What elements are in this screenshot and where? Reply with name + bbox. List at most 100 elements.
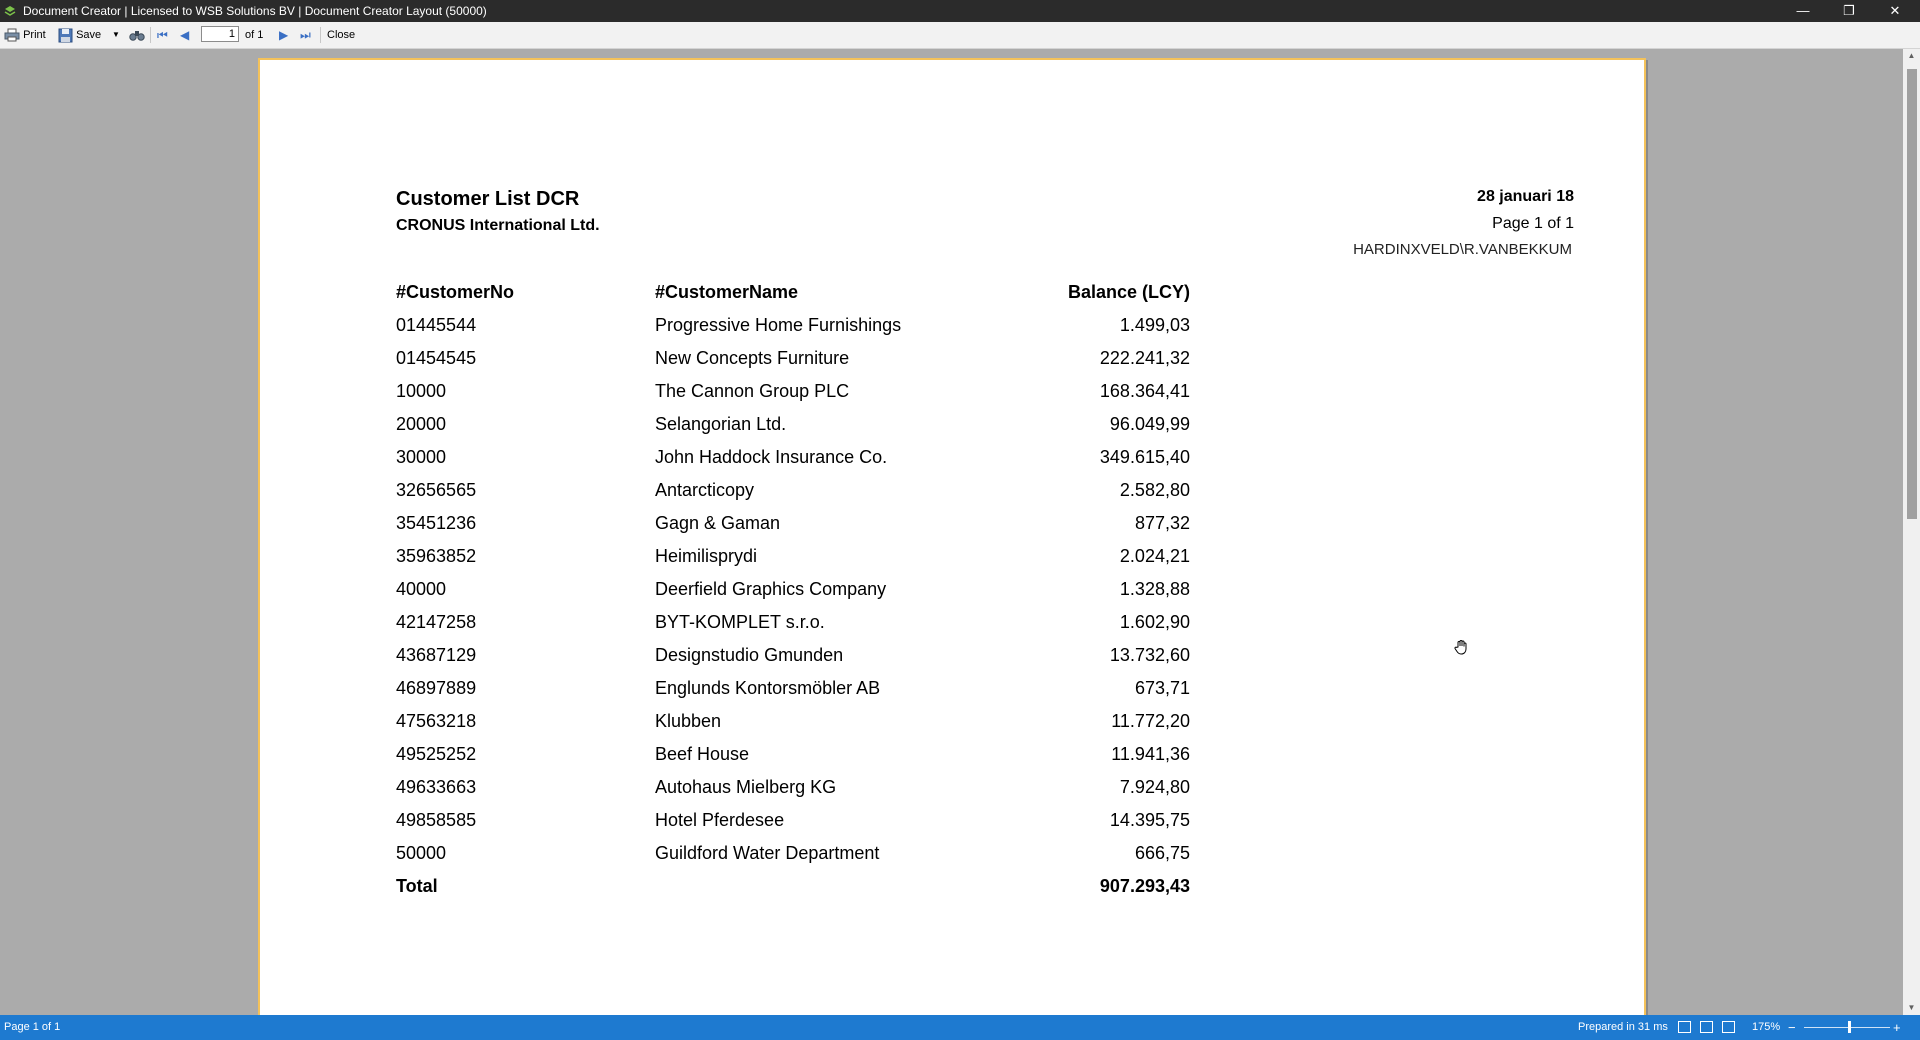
zoom-slider[interactable] (1804, 1027, 1890, 1028)
scroll-thumb[interactable] (1907, 69, 1917, 519)
previous-page-icon[interactable]: ◀ (180, 25, 189, 45)
customer-name: Selangorian Ltd. (655, 414, 787, 434)
customer-no: 46897889 (396, 678, 477, 698)
floppy-disk-icon (58, 28, 73, 43)
customer-no: 01445544 (396, 315, 477, 335)
customer-no: 43687129 (396, 645, 477, 665)
customer-balance: 7.924,80 (1119, 777, 1190, 797)
print-button[interactable]: Print (4, 25, 46, 45)
table-row: 42147258 BYT-KOMPLET s.r.o. 1.602,90 (396, 606, 1196, 639)
customer-name: Guildford Water Department (655, 843, 880, 863)
scroll-down-icon[interactable]: ▼ (1903, 1001, 1920, 1015)
column-header-customer-no: #CustomerNo (396, 282, 515, 302)
table-row: 50000 Guildford Water Department 666,75 (396, 837, 1196, 870)
customer-name: Englunds Kontorsmöbler AB (655, 678, 881, 698)
table-row: 01445544 Progressive Home Furnishings 1.49… (396, 309, 1196, 342)
customer-no: 20000 (396, 414, 447, 434)
table-row: 10000 The Cannon Group PLC 168.364,41 (396, 375, 1196, 408)
report-date: 28 januari 18 (1477, 188, 1574, 205)
zoom-out-icon[interactable]: − (1788, 1015, 1796, 1040)
page-indicator: Page 1 of 1 (1492, 215, 1574, 232)
table-row: 20000 Selangorian Ltd. 96.049,99 (396, 408, 1196, 441)
app-logo-icon (4, 6, 16, 16)
multi-page-icon[interactable] (1722, 1021, 1735, 1033)
table-header: #CustomerNo #CustomerName Balance (LCY) (396, 276, 1196, 309)
vertical-scrollbar[interactable]: ▲ ▼ (1903, 49, 1920, 1015)
customer-no: 35451236 (396, 513, 477, 533)
save-button[interactable]: Save (58, 25, 101, 45)
column-header-customer-name: #CustomerName (655, 282, 799, 302)
customer-balance: 2.582,80 (1119, 480, 1190, 500)
customer-name: Gagn & Gaman (655, 513, 781, 533)
minimize-button[interactable]: — (1780, 0, 1826, 22)
customer-balance: 168.364,41 (1099, 381, 1190, 401)
column-header-balance: Balance (LCY) (1067, 282, 1190, 302)
save-label: Save (76, 29, 102, 41)
customer-name: Progressive Home Furnishings (655, 315, 902, 335)
customer-name: John Haddock Insurance Co. (655, 447, 888, 467)
zoom-in-icon[interactable]: + (1893, 1015, 1901, 1040)
customer-balance: 666,75 (1134, 843, 1190, 863)
customer-name: Heimilisprydi (655, 546, 758, 566)
customer-no: 30000 (396, 447, 447, 467)
user-id: HARDINXVELD\R.VANBEKKUM (1353, 241, 1572, 258)
customer-no: 32656565 (396, 480, 477, 500)
maximize-button[interactable]: ❐ (1826, 0, 1872, 22)
next-page-icon[interactable]: ▶ (279, 25, 288, 45)
customer-no: 50000 (396, 843, 447, 863)
first-page-icon[interactable]: ⏮ (157, 25, 168, 45)
customer-name: Deerfield Graphics Company (655, 579, 887, 599)
customer-name: Antarcticopy (655, 480, 755, 500)
report-page: Customer List DCR CRONUS International L… (258, 58, 1646, 1015)
customer-balance: 1.602,90 (1119, 612, 1190, 632)
find-button[interactable] (129, 25, 145, 45)
page-count-label: of 1 (245, 29, 264, 41)
last-page-icon[interactable]: ⏭ (300, 25, 311, 45)
table-row: 40000 Deerfield Graphics Company 1.328,88 (396, 573, 1196, 606)
customer-table: #CustomerNo #CustomerName Balance (LCY) … (396, 276, 1196, 903)
customer-no: 01454545 (396, 348, 477, 368)
status-page-indicator: Page 1 of 1 (4, 1021, 61, 1033)
document-viewport[interactable]: Customer List DCR CRONUS International L… (0, 49, 1903, 1015)
table-row: 47563218 Klubben 11.772,20 (396, 705, 1196, 738)
table-row: 35963852 Heimilisprydi 2.024,21 (396, 540, 1196, 573)
customer-name: Beef House (655, 744, 750, 764)
customer-balance: 877,32 (1134, 513, 1190, 533)
table-row: 49633663 Autohaus Mielberg KG 7.924,80 (396, 771, 1196, 804)
customer-name: New Concepts Furniture (655, 348, 850, 368)
customer-balance: 11.941,36 (1111, 744, 1190, 764)
table-row: 43687129 Designstudio Gmunden 13.732,60 (396, 639, 1196, 672)
customer-balance: 1.328,88 (1119, 579, 1190, 599)
toolbar-divider (150, 27, 151, 43)
binoculars-icon (129, 31, 145, 41)
printer-icon (4, 28, 20, 42)
scroll-up-icon[interactable]: ▲ (1903, 49, 1920, 63)
page-width-icon[interactable] (1700, 1021, 1713, 1033)
table-row: 46897889 Englunds Kontorsmöbler AB 673,71 (396, 672, 1196, 705)
customer-name: Klubben (655, 711, 722, 731)
close-button[interactable]: Close (327, 25, 355, 45)
customer-balance: 673,71 (1134, 678, 1190, 698)
save-dropdown-chevron-icon[interactable]: ▼ (112, 25, 120, 45)
customer-balance: 13.732,60 (1109, 645, 1190, 665)
customer-no: 10000 (396, 381, 447, 401)
table-row: 49525252 Beef House 11.941,36 (396, 738, 1196, 771)
prepared-time: Prepared in 31 ms (1578, 1021, 1668, 1033)
close-window-button[interactable]: ✕ (1872, 0, 1918, 22)
page-number-input[interactable] (201, 26, 239, 42)
customer-balance: 222.241,32 (1099, 348, 1190, 368)
customer-name: The Cannon Group PLC (655, 381, 850, 401)
customer-balance: 2.024,21 (1119, 546, 1190, 566)
total-label: Total (396, 876, 438, 896)
customer-name: BYT-KOMPLET s.r.o. (655, 612, 825, 632)
status-bar: Page 1 of 1 Prepared in 31 ms 175% − + (0, 1015, 1920, 1040)
company-name: CRONUS International Ltd. (396, 217, 600, 234)
zoom-level: 175% (1752, 1021, 1781, 1033)
customer-no: 49633663 (396, 777, 477, 797)
page-view-icon[interactable] (1678, 1021, 1691, 1033)
customer-name: Designstudio Gmunden (655, 645, 844, 665)
window-title: Document Creator | Licensed to WSB Solut… (23, 4, 487, 18)
customer-balance: 14.395,75 (1109, 810, 1190, 830)
total-value: 907.293,43 (1099, 876, 1190, 896)
zoom-slider-thumb[interactable] (1848, 1021, 1851, 1033)
